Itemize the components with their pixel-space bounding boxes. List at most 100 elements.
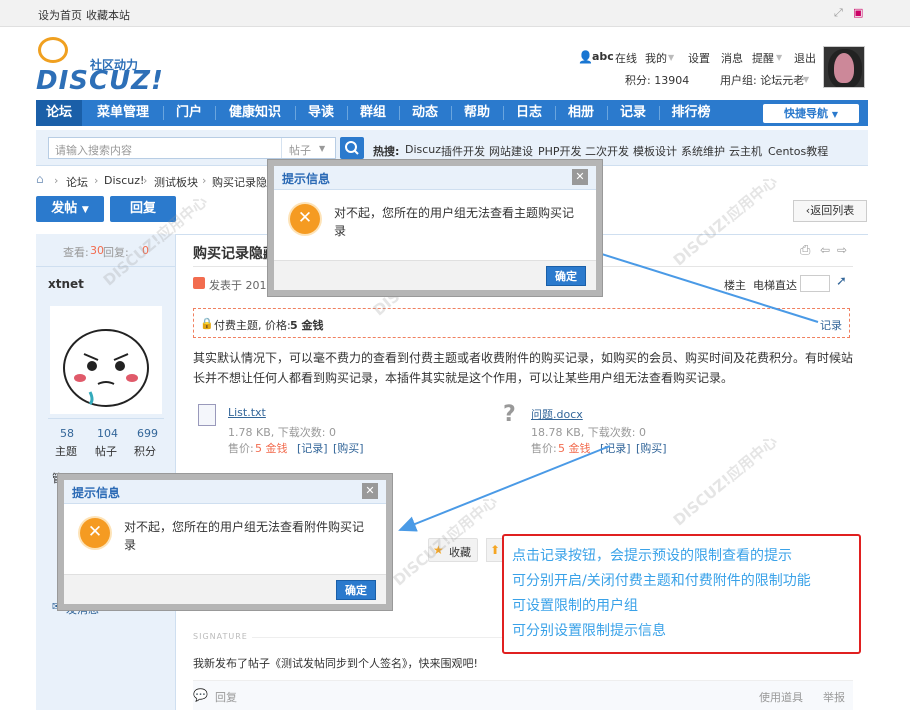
- stat-posts-value[interactable]: 104: [97, 427, 118, 440]
- attachment-meta: 18.78 KB, 下载次数: 0: [531, 426, 646, 439]
- attachment-name[interactable]: 问题.docx: [531, 406, 583, 422]
- home-icon[interactable]: ⌂: [36, 172, 44, 186]
- top-bar: 设为首页 收藏本站 ⤢ ▣: [0, 0, 910, 27]
- user-icon: 👤: [578, 50, 593, 64]
- next-thread-icon[interactable]: ⇨: [837, 243, 847, 257]
- report-link[interactable]: 举报: [823, 689, 845, 705]
- chevron-down-icon: ▼: [831, 110, 838, 119]
- nav-item-group[interactable]: 群组: [350, 100, 396, 126]
- search-placeholder: 请输入搜索内容: [55, 144, 132, 157]
- new-post-button[interactable]: 发帖 ▼: [36, 196, 104, 222]
- attachment-record-link[interactable]: [记录]: [297, 440, 328, 456]
- my-menu[interactable]: 我的: [645, 50, 667, 66]
- messages-link[interactable]: 消息: [721, 50, 743, 66]
- print-icon[interactable]: ⎙: [800, 243, 810, 258]
- close-icon[interactable]: ✕: [362, 483, 378, 499]
- signature-text: 我新发布了帖子《测试发帖同步到个人签名》，快来围观吧!: [193, 657, 478, 670]
- breadcrumb-thread[interactable]: 购买记录隐藏: [212, 174, 272, 190]
- nav-item-ranking[interactable]: 排行榜: [662, 100, 720, 126]
- attachment-buy-link[interactable]: [购买]: [636, 440, 667, 456]
- breadcrumb-forum[interactable]: 论坛: [66, 174, 88, 190]
- points-link[interactable]: 积分: 13904: [625, 72, 689, 88]
- hot-link[interactable]: 插件开发: [441, 143, 485, 159]
- views-count: 30: [90, 244, 104, 257]
- nav-item-album[interactable]: 相册: [558, 100, 604, 126]
- hot-link[interactable]: 系统维护: [681, 143, 725, 159]
- settings-link[interactable]: 设置: [688, 50, 710, 66]
- floor-jump-input[interactable]: [800, 275, 830, 292]
- dialog-message: 对不起，您所在的用户组无法查看主题购买记录: [334, 206, 575, 238]
- hot-link[interactable]: 网站建设: [489, 143, 533, 159]
- chevron-down-icon: ▼: [81, 205, 89, 215]
- author-avatar[interactable]: [50, 306, 162, 414]
- nav-item-forum[interactable]: 论坛: [36, 100, 82, 126]
- quick-nav-label: 快捷导航: [784, 107, 828, 120]
- nav-item-feed[interactable]: 动态: [402, 100, 448, 126]
- paid-topic-box: 🔒 付费主题, 价格: 5 金钱 记录: [193, 308, 850, 338]
- search-input[interactable]: 请输入搜索内容 帖子 ▼: [48, 137, 336, 159]
- reminders-menu[interactable]: 提醒: [752, 50, 774, 66]
- hot-link[interactable]: 模板设计: [633, 143, 677, 159]
- lock-icon: 🔒: [200, 317, 214, 330]
- theme-icon[interactable]: ▣: [853, 6, 863, 19]
- usergroup-link[interactable]: 用户组: 论坛元老: [720, 72, 804, 88]
- breadcrumb-discuz[interactable]: Discuz!: [104, 174, 144, 187]
- user-avatar[interactable]: [823, 46, 865, 88]
- hot-link[interactable]: 二次开发: [585, 143, 629, 159]
- nav-item-guide[interactable]: 导读: [298, 100, 344, 126]
- share-icon: ⬆: [490, 543, 501, 557]
- breadcrumb-board[interactable]: 测试板块: [154, 174, 198, 190]
- nav-item-menu[interactable]: 菜单管理: [86, 100, 160, 126]
- back-to-list-button[interactable]: ‹返回列表: [793, 200, 867, 222]
- author-name[interactable]: xtnet: [48, 277, 84, 291]
- nav-item-health[interactable]: 健康知识: [218, 100, 292, 126]
- hot-link[interactable]: 云主机: [729, 143, 762, 159]
- nav-item-portal[interactable]: 门户: [166, 100, 212, 126]
- feature-note-box: 点击记录按钮，会提示预设的限制查看的提示 可分别开启/关闭付费主题和付费附件的限…: [502, 534, 861, 654]
- hot-link[interactable]: Centos教程: [768, 143, 828, 159]
- nav-item-blog[interactable]: 日志: [506, 100, 552, 126]
- close-icon[interactable]: ✕: [572, 169, 588, 185]
- fullscreen-icon[interactable]: ⤢: [834, 6, 843, 20]
- attachment-record-link[interactable]: [记录]: [600, 440, 631, 456]
- go-icon[interactable]: ➚: [836, 274, 847, 289]
- set-homepage-link[interactable]: 设为首页: [38, 7, 82, 23]
- nav-item-help[interactable]: 帮助: [454, 100, 500, 126]
- note-line: 点击记录按钮，会提示预设的限制查看的提示: [512, 548, 792, 564]
- chevron-down-icon: ▼: [668, 53, 675, 62]
- attachment-buy-link[interactable]: [购买]: [333, 440, 364, 456]
- stat-points-label: 积分: [134, 445, 156, 458]
- replies-count: 0: [142, 244, 149, 257]
- dialog-ok-button[interactable]: 确定: [336, 580, 376, 600]
- post-content: 其实默认情况下，可以毫不费力的查看到付费主题或者收费附件的购买记录，如购买的会员…: [193, 351, 854, 385]
- search-type-select[interactable]: 帖子: [289, 142, 311, 158]
- topic-record-link[interactable]: 记录: [820, 317, 842, 333]
- stat-topics-value[interactable]: 58: [60, 427, 74, 440]
- prev-thread-icon[interactable]: ⇦: [820, 243, 830, 257]
- search-button[interactable]: [340, 137, 364, 159]
- search-icon: [345, 141, 359, 155]
- paid-topic-price: 5 金钱: [290, 319, 324, 332]
- dialog-title: 提示信息: [72, 486, 121, 500]
- reply-icon: 💬: [193, 688, 208, 702]
- signature-label: SIGNATURE: [193, 632, 248, 641]
- quick-nav-button[interactable]: 快捷导航 ▼: [763, 104, 859, 123]
- attachment-record-dialog: 提示信息 ✕ ✕ 对不起，您所在的用户组无法查看附件购买记录 确定: [58, 474, 392, 610]
- breadcrumb-sep: ›: [143, 174, 148, 187]
- nav-item-record[interactable]: 记录: [610, 100, 656, 126]
- dialog-ok-button[interactable]: 确定: [546, 266, 586, 286]
- use-tool-link[interactable]: 使用道具: [759, 689, 803, 705]
- attachment-name[interactable]: List.txt: [228, 406, 266, 419]
- reply-link[interactable]: 回复: [215, 689, 237, 705]
- hot-link[interactable]: Discuz: [405, 143, 441, 156]
- reply-button[interactable]: 回复: [110, 196, 176, 222]
- stat-points-value[interactable]: 699: [137, 427, 158, 440]
- breadcrumb-sep: ›: [202, 174, 207, 187]
- logout-link[interactable]: 退出: [794, 50, 816, 66]
- hot-link[interactable]: PHP开发: [538, 143, 582, 159]
- favorite-button[interactable]: ★ 收藏: [428, 538, 478, 562]
- bookmark-link[interactable]: 收藏本站: [86, 7, 130, 23]
- logo[interactable]: DISCUZ!: [36, 66, 164, 96]
- error-icon: ✕: [80, 518, 110, 548]
- username-link[interactable]: abc: [592, 50, 614, 63]
